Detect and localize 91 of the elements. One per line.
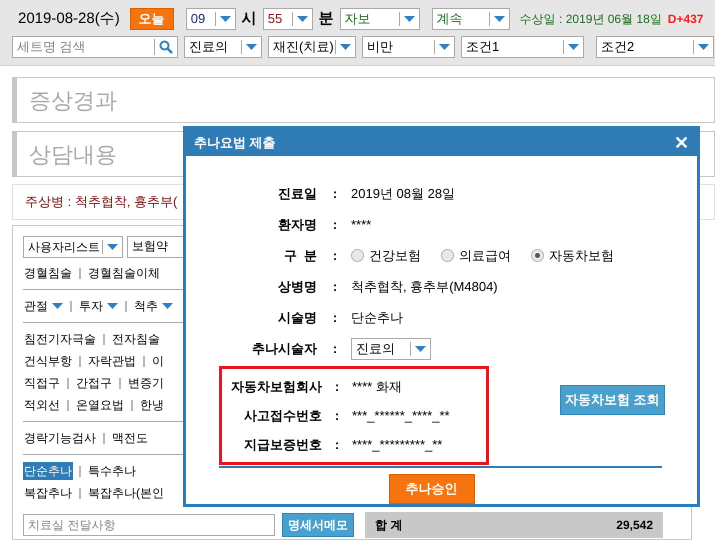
total-label: 합 계 (375, 517, 402, 534)
treatment-link[interactable]: 건식부항 (23, 352, 73, 370)
dropdown[interactable]: 재진(치료) (268, 36, 356, 58)
field-value: ***_******_****_** (352, 406, 450, 425)
field-value: 2019년 08월 28일 (351, 184, 456, 203)
field-label: 지급보증번호 (243, 436, 322, 454)
colon-text: : (332, 184, 338, 203)
colon-text: : (332, 308, 338, 327)
search-input[interactable]: 세트명 검색 (13, 37, 154, 57)
treatment-link[interactable]: 전자침술 (111, 330, 161, 348)
radio-option[interactable]: 의료급여 (441, 246, 511, 266)
treatment-link[interactable]: 맥전도 (111, 429, 149, 447)
dropdown[interactable]: 진료의 (184, 36, 262, 58)
radio-button[interactable] (531, 249, 544, 262)
search-icon (159, 40, 173, 54)
field-label: 상병명 (277, 278, 318, 296)
field-value: 단순추나 (351, 308, 403, 327)
dropdown[interactable]: 09 (186, 8, 236, 30)
dropdown[interactable]: 조건1 (461, 36, 584, 58)
treatment-link[interactable]: 단순추나 (23, 462, 73, 480)
caret-icon (568, 44, 579, 50)
injury-days-text: D+437 (668, 11, 704, 28)
caret-icon (698, 44, 709, 50)
treatment-link[interactable]: 적외선 (23, 396, 61, 414)
colon-text: : (334, 378, 340, 396)
caret-icon (494, 16, 505, 22)
caret-icon (220, 16, 231, 22)
placeholder-text: 증상경과 (29, 86, 117, 114)
dropdown[interactable]: 자보 (340, 8, 420, 30)
treatment-link[interactable]: 경혈침술이체 (87, 264, 161, 282)
treatment-link[interactable]: 투자 (78, 297, 119, 315)
colon-text: : (332, 216, 338, 234)
hour-label: 시 (242, 8, 257, 29)
total-value: 29,542 (616, 517, 653, 534)
field-label: 사고접수번호 (243, 406, 322, 425)
search-field[interactable]: 세트명 검색 (12, 36, 178, 58)
colon-text: : (334, 406, 340, 425)
radio-option[interactable]: 자동차보험 (531, 246, 614, 266)
treatment-link[interactable]: 복잡추나(본인 (87, 484, 165, 502)
memo-field[interactable]: 치료실 전달사항 (23, 514, 275, 536)
dropdown[interactable]: 사용자리스트 (23, 236, 123, 258)
caret-icon (340, 44, 351, 50)
close-button[interactable]: ✕ (674, 134, 689, 152)
field-label: 시술명 (277, 308, 318, 327)
dropdown[interactable]: 55 (262, 8, 313, 30)
radio-option[interactable]: 건강보험 (351, 246, 421, 266)
field-value: ****_*********_** (352, 436, 442, 454)
diagnosis-text: 주상병 : 척추협착, 흉추부( (25, 193, 178, 212)
field-value: 척추협착, 흉추부(M4804) (351, 278, 498, 296)
minute-label: 분 (318, 8, 334, 29)
placeholder-text: 상담내용 (29, 140, 117, 168)
field-label: 환자명 (277, 216, 318, 234)
caret-icon (415, 346, 426, 352)
treatment-link[interactable]: 이 (151, 352, 165, 370)
treatment-link[interactable]: 복잡추나 (23, 484, 73, 502)
date-text: 2019-08-28(수) (18, 8, 120, 29)
treatment-link[interactable]: 척추 (133, 297, 174, 315)
treatment-link[interactable]: 침전기자극술 (23, 330, 97, 348)
field-value: **** (351, 216, 372, 234)
caret-icon (246, 44, 257, 50)
caret-icon (107, 244, 118, 250)
field-value: **** 화재 (352, 378, 402, 396)
treatment-link[interactable]: 변증기 (127, 374, 165, 392)
field-label: 추나시술자 (251, 340, 318, 358)
treatment-link[interactable]: 경락기능검사 (23, 429, 97, 447)
colon-text: : (332, 340, 338, 358)
treatment-link[interactable]: 직접구 (23, 374, 61, 392)
treatment-link[interactable]: 한냉 (139, 396, 165, 414)
field-label: 자동차보험회사 (230, 378, 322, 396)
treatment-link[interactable]: 특수추나 (87, 462, 137, 480)
dialog-title: 추나요법 제출 (194, 134, 276, 152)
colon-text: : (332, 278, 338, 296)
treatment-link[interactable]: 자락관법 (87, 352, 137, 370)
radio-button[interactable] (351, 249, 364, 262)
treatment-link[interactable]: 관절 (23, 297, 64, 315)
dropdown[interactable]: 비만 (362, 36, 455, 58)
colon-text: : (332, 246, 338, 265)
field-label: 구 분 (282, 246, 318, 265)
dropdown[interactable]: 조건2 (596, 36, 714, 58)
treatment-link[interactable]: 간접구 (75, 374, 113, 392)
injury-date-text: 수상일 : 2019년 06월 18일 (520, 11, 662, 28)
treatment-link[interactable]: 온열요법 (75, 396, 125, 414)
field-label: 진료일 (277, 184, 318, 203)
caret-icon (296, 16, 308, 22)
caret-icon (404, 16, 415, 22)
dropdown[interactable]: 계속 (432, 8, 510, 30)
dropdown[interactable]: 진료의 (351, 338, 431, 360)
treatment-link[interactable]: 경혈침술 (23, 264, 73, 282)
caret-icon (439, 44, 450, 50)
radio-button[interactable] (441, 249, 454, 262)
colon-text: : (334, 436, 340, 454)
